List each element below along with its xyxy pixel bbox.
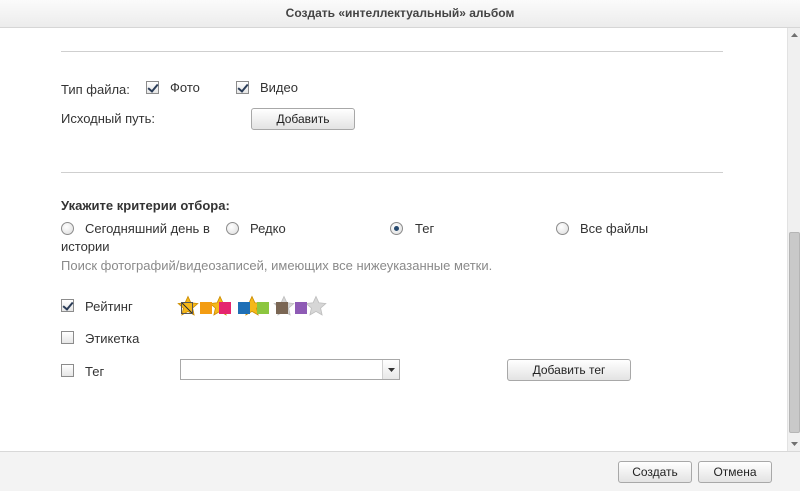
radio-tag-label: Тег xyxy=(415,221,435,236)
radio-today-in-history[interactable] xyxy=(61,222,74,235)
scroll-down-arrow-icon[interactable] xyxy=(790,439,799,448)
criteria-heading: Укажите критерии отбора: xyxy=(61,198,230,213)
rating-checkbox[interactable] xyxy=(61,299,74,312)
criteria-description: Поиск фотографий/видеозаписей, имеющих в… xyxy=(61,258,493,273)
no-label-swatch-icon[interactable] xyxy=(181,302,193,314)
radio-all-files[interactable] xyxy=(556,222,569,235)
radio-rarely-label: Редко xyxy=(250,221,286,236)
photo-checkbox[interactable] xyxy=(146,81,159,94)
create-button[interactable]: Создать xyxy=(618,461,692,483)
add-path-button[interactable]: Добавить xyxy=(251,108,355,130)
label-checkbox[interactable] xyxy=(61,331,74,344)
color-label-swatch[interactable] xyxy=(276,302,288,314)
dropdown-arrow[interactable] xyxy=(382,360,399,379)
color-label-swatch[interactable] xyxy=(238,302,250,314)
chevron-down-icon xyxy=(388,368,395,372)
divider xyxy=(61,51,723,52)
radio-all-files-label: Все файлы xyxy=(580,221,649,236)
tag-dropdown[interactable] xyxy=(180,359,400,380)
dialog-title: Создать «интеллектуальный» альбом xyxy=(0,0,800,28)
cancel-button[interactable]: Отмена xyxy=(698,461,772,483)
color-label-swatch[interactable] xyxy=(295,302,307,314)
file-type-label: Тип файла: xyxy=(61,82,130,97)
color-label-swatch[interactable] xyxy=(219,302,231,314)
add-tag-button[interactable]: Добавить тег xyxy=(507,359,631,381)
scrollbar[interactable] xyxy=(787,28,800,451)
scrollbar-thumb[interactable] xyxy=(789,232,800,433)
tag-checkbox[interactable] xyxy=(61,364,74,377)
scroll-up-arrow-icon[interactable] xyxy=(790,31,799,40)
rating-label: Рейтинг xyxy=(85,299,133,314)
star-empty-icon[interactable] xyxy=(305,295,327,317)
label-filter-label: Этикетка xyxy=(85,331,140,346)
color-label-swatch[interactable] xyxy=(200,302,212,314)
radio-rarely[interactable] xyxy=(226,222,239,235)
source-path-label: Исходный путь: xyxy=(61,111,156,126)
video-label: Видео xyxy=(260,80,298,95)
color-label-swatch[interactable] xyxy=(257,302,269,314)
dialog-footer: Создать Отмена xyxy=(0,451,800,491)
tag-filter-label: Тег xyxy=(85,364,105,379)
radio-tag[interactable] xyxy=(390,222,403,235)
divider xyxy=(61,172,723,173)
radio-today-label: Сегодняшний день в xyxy=(85,221,210,236)
video-checkbox[interactable] xyxy=(236,81,249,94)
radio-today-label-line2: истории xyxy=(61,239,110,254)
photo-label: Фото xyxy=(170,80,200,95)
